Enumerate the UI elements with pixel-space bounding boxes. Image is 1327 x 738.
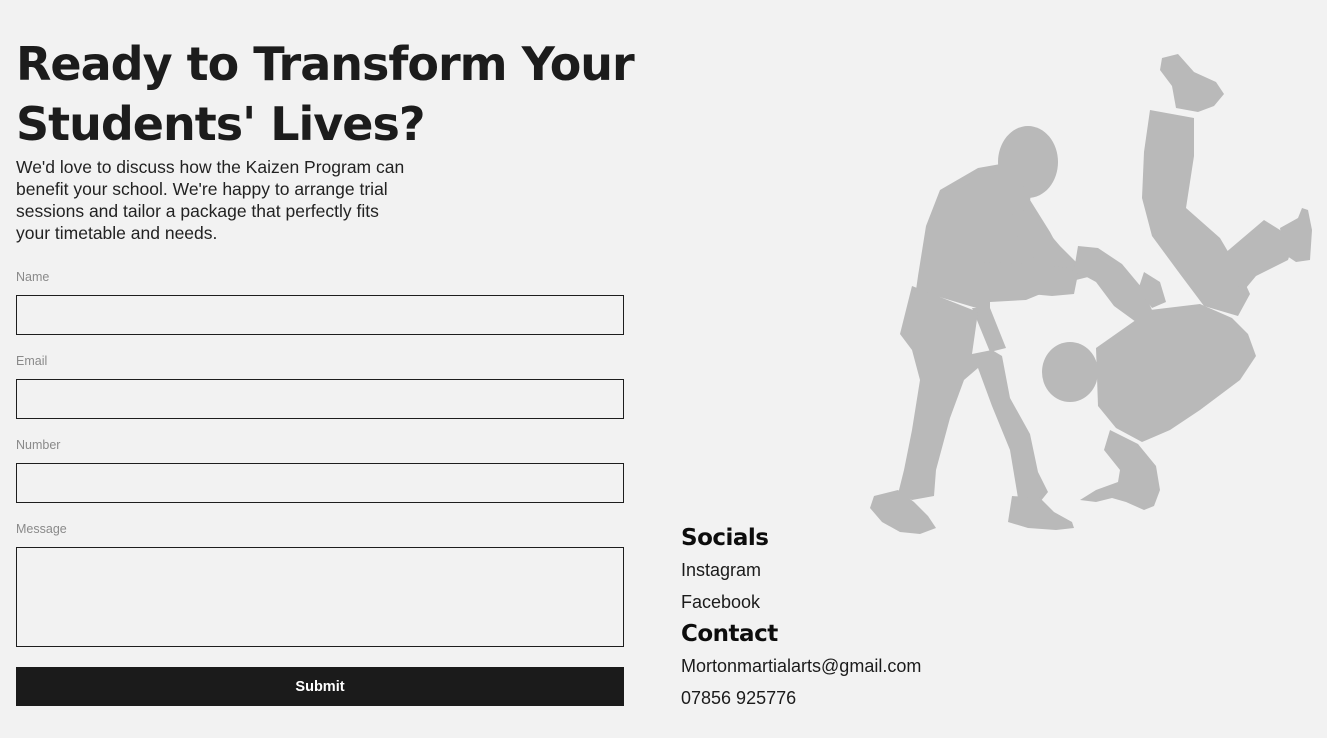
facebook-link[interactable]: Facebook	[681, 586, 1081, 618]
name-input[interactable]	[16, 295, 624, 335]
email-input[interactable]	[16, 379, 624, 419]
message-textarea[interactable]	[16, 547, 624, 647]
number-label: Number	[16, 438, 61, 452]
intro-text: We'd love to discuss how the Kaizen Prog…	[16, 157, 405, 243]
socials-heading: Socials	[681, 525, 769, 551]
page-title: Ready to Transform Your Students' Lives?	[16, 37, 635, 151]
contact-phone-link[interactable]: 07856 925776	[681, 682, 1081, 714]
info-column: Socials Instagram Facebook Contact Morto…	[681, 522, 1081, 714]
message-field-group: Message	[16, 520, 624, 647]
number-field-group: Number	[16, 436, 624, 503]
judo-silhouette-icon	[870, 54, 1312, 534]
judo-throw-illustration	[870, 54, 1312, 534]
contact-heading: Contact	[681, 621, 778, 647]
email-field-group: Email	[16, 352, 624, 419]
email-label: Email	[16, 354, 48, 368]
submit-button[interactable]: Submit	[16, 667, 624, 706]
name-field-group: Name	[16, 268, 624, 335]
name-label: Name	[16, 270, 50, 284]
contact-form: Name Email Number Message Submit	[16, 268, 624, 706]
instagram-link[interactable]: Instagram	[681, 554, 1081, 586]
message-label: Message	[16, 522, 67, 536]
number-input[interactable]	[16, 463, 624, 503]
contact-email-link[interactable]: Mortonmartialarts@gmail.com	[681, 650, 1081, 682]
